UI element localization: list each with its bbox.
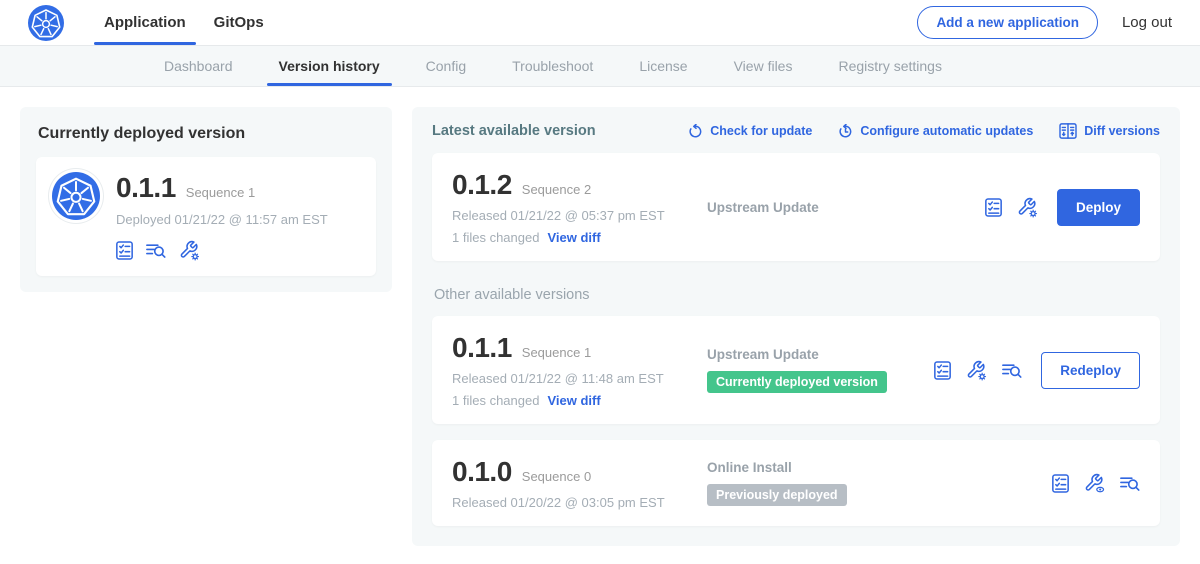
currently-deployed-panel: Currently deployed version 0.1.1 Sequenc… [20, 107, 392, 292]
released-timestamp: Released 01/21/22 @ 11:48 am EST [452, 371, 707, 386]
files-changed-label: 1 files changed [452, 230, 539, 245]
check-for-update-link[interactable]: Check for update [688, 124, 812, 139]
version-source-label: Upstream Update [707, 200, 975, 215]
kubernetes-logo [28, 0, 64, 45]
view-diff-link[interactable]: View diff [547, 230, 600, 245]
diff-icon [1059, 123, 1077, 139]
currently-deployed-title: Currently deployed version [38, 125, 376, 143]
configure-automatic-updates-link[interactable]: Configure automatic updates [838, 124, 1033, 139]
version-source-label: Online Install [707, 460, 1042, 475]
app-header: Application GitOps Add a new application… [0, 0, 1200, 46]
deployed-version-number: 0.1.1 [116, 172, 176, 204]
version-number: 0.1.0 [452, 456, 512, 488]
tab-troubleshoot[interactable]: Troubleshoot [498, 46, 607, 86]
config-gear-icon[interactable] [966, 360, 987, 381]
version-card-0-1-2: 0.1.2 Sequence 2 Released 01/21/22 @ 05:… [432, 153, 1160, 261]
currently-deployed-badge: Currently deployed version [707, 371, 887, 393]
redeploy-button[interactable]: Redeploy [1041, 352, 1140, 389]
released-timestamp: Released 01/20/22 @ 03:05 pm EST [452, 495, 707, 510]
tab-version-history[interactable]: Version history [265, 46, 394, 86]
diff-versions-link[interactable]: Diff versions [1059, 123, 1160, 139]
add-application-button[interactable]: Add a new application [917, 6, 1098, 39]
version-source-label: Upstream Update [707, 347, 924, 362]
config-gear-icon[interactable] [1017, 197, 1038, 218]
released-timestamp: Released 01/21/22 @ 05:37 pm EST [452, 208, 707, 223]
tab-gitops[interactable]: GitOps [200, 0, 278, 45]
schedule-icon [838, 124, 853, 139]
deploy-button[interactable]: Deploy [1057, 189, 1140, 226]
latest-available-heading: Latest available version [432, 123, 596, 139]
tab-config[interactable]: Config [412, 46, 480, 86]
preflight-checklist-icon[interactable] [985, 198, 1002, 217]
logout-button[interactable]: Log out [1122, 14, 1172, 31]
deploy-logs-icon[interactable] [1120, 475, 1140, 492]
config-view-icon[interactable] [1084, 473, 1105, 494]
deploy-logs-icon[interactable] [146, 242, 166, 259]
files-changed-label: 1 files changed [452, 393, 539, 408]
app-subnav: Dashboard Version history Config Trouble… [0, 46, 1200, 87]
version-number: 0.1.1 [452, 332, 512, 364]
deploy-logs-icon[interactable] [1002, 362, 1022, 379]
tab-application[interactable]: Application [90, 0, 200, 45]
deployed-sequence-label: Sequence 1 [186, 185, 255, 200]
refresh-icon [688, 124, 703, 139]
deployed-version-card: 0.1.1 Sequence 1 Deployed 01/21/22 @ 11:… [36, 157, 376, 276]
available-versions-panel: Latest available version Check for updat… [412, 107, 1180, 546]
previously-deployed-badge: Previously deployed [707, 484, 847, 506]
preflight-checklist-icon[interactable] [116, 241, 133, 260]
version-card-0-1-1: 0.1.1 Sequence 1 Released 01/21/22 @ 11:… [432, 316, 1160, 424]
sequence-label: Sequence 0 [522, 469, 591, 484]
version-card-0-1-0: 0.1.0 Sequence 0 Released 01/20/22 @ 03:… [432, 440, 1160, 526]
tab-registry-settings[interactable]: Registry settings [824, 46, 955, 86]
version-number: 0.1.2 [452, 169, 512, 201]
preflight-checklist-icon[interactable] [934, 361, 951, 380]
config-gear-icon[interactable] [179, 240, 200, 261]
tab-dashboard[interactable]: Dashboard [150, 46, 247, 86]
tab-license[interactable]: License [625, 46, 701, 86]
other-versions-heading: Other available versions [434, 287, 1158, 303]
app-icon [52, 172, 100, 220]
sequence-label: Sequence 1 [522, 345, 591, 360]
preflight-checklist-icon[interactable] [1052, 474, 1069, 493]
sequence-label: Sequence 2 [522, 182, 591, 197]
deployed-timestamp: Deployed 01/21/22 @ 11:57 am EST [116, 212, 328, 227]
view-diff-link[interactable]: View diff [547, 393, 600, 408]
tab-view-files[interactable]: View files [720, 46, 807, 86]
